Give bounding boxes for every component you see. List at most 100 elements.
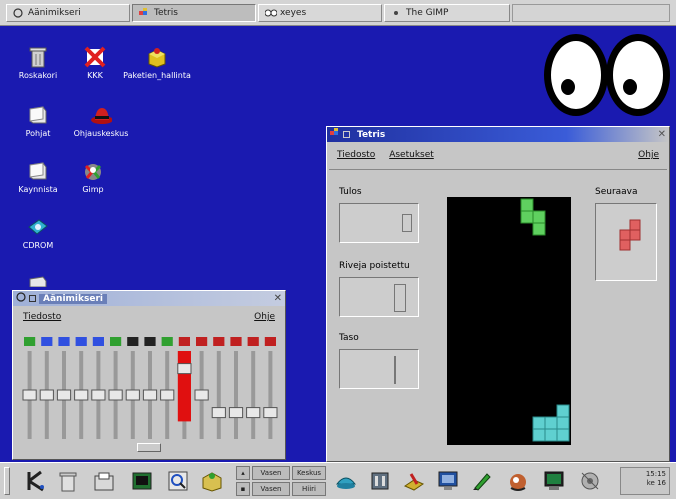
mixer-channel-icon[interactable]	[24, 337, 36, 346]
edit-icon[interactable]	[470, 469, 494, 493]
mixer-slider-knob[interactable]	[108, 389, 123, 401]
close-icon[interactable]: ✕	[274, 293, 282, 304]
pager-arrow-up[interactable]: ▴	[236, 466, 250, 480]
mixer-level-meter	[177, 351, 191, 422]
right-eye	[606, 34, 670, 116]
left-eye	[544, 34, 608, 116]
mixer-channel-icon[interactable]	[75, 337, 87, 346]
top-taskbar: Aänimikseri Tetris xeyes The GIMP	[0, 0, 676, 26]
level-display: 1	[339, 349, 419, 389]
mixer-slider-track	[268, 351, 273, 439]
mixer-slider-knob[interactable]	[194, 389, 209, 401]
mixer-slider-knob[interactable]	[246, 407, 261, 419]
score-value: 0	[402, 214, 412, 232]
window-menu-icon[interactable]	[29, 295, 36, 302]
mixer-slider-knob[interactable]	[56, 389, 72, 401]
desktop-icon-cdrom[interactable]: CDROM	[8, 216, 68, 250]
desktop-icon-packages[interactable]: Paketien_hallinta	[122, 46, 192, 80]
menu-settings[interactable]: Asetukset	[389, 150, 434, 160]
mixer-menubar: Tiedosto Ohje	[13, 306, 285, 325]
mixer-icon[interactable]	[368, 469, 392, 493]
mixer-slider-knob[interactable]	[177, 363, 192, 375]
network-icon[interactable]	[578, 469, 602, 493]
file-manager-icon[interactable]	[92, 469, 116, 493]
clock[interactable]: 15:15 ke 16	[620, 467, 670, 495]
package-icon[interactable]	[200, 469, 224, 493]
menu-game[interactable]: Tiedosto	[337, 150, 375, 160]
mixer-slider-knob[interactable]	[74, 389, 89, 401]
mixer-channel-icon[interactable]	[213, 337, 225, 346]
settings-icon[interactable]	[402, 469, 426, 493]
mixer-slider-knob[interactable]	[39, 389, 54, 401]
mixer-channel-icon[interactable]	[127, 337, 139, 346]
tetris-titlebar[interactable]: Tetris ✕	[327, 127, 669, 142]
task-item-xeyes[interactable]: xeyes	[258, 4, 382, 22]
mixer-channel-icon[interactable]	[196, 337, 208, 346]
task-item-tetris[interactable]: Tetris	[132, 4, 256, 22]
next-piece-display	[595, 203, 657, 281]
desktop-icon-startup[interactable]: Kaynnista	[8, 160, 68, 194]
trash-icon[interactable]	[56, 469, 80, 493]
pager-desktop-2[interactable]: Keskus	[292, 466, 326, 480]
mixer-slider-knob[interactable]	[22, 389, 37, 401]
desktop-icon-kkk[interactable]: KKK	[70, 46, 120, 80]
mixer-channel-icon[interactable]	[247, 337, 259, 346]
desktop-icon-control-center[interactable]: Ohjauskeskus	[66, 104, 136, 138]
hat-icon	[90, 104, 112, 126]
pager-lock[interactable]: ▪	[236, 482, 250, 496]
mixer-channel-icon[interactable]	[41, 337, 53, 346]
pager-desktop-4[interactable]: Hiiri	[292, 482, 326, 496]
gimp-icon[interactable]	[506, 469, 530, 493]
mixer-slider-knob[interactable]	[142, 389, 158, 401]
mixer-slider-knob[interactable]	[125, 389, 140, 401]
clock-date: ke 16	[646, 479, 666, 487]
close-icon[interactable]: ✕	[658, 129, 666, 140]
menu-help[interactable]: Ohje	[638, 150, 659, 160]
mixer-slider-knob[interactable]	[91, 389, 106, 401]
monitor-icon[interactable]	[542, 469, 566, 493]
search-icon[interactable]	[166, 469, 190, 493]
mixer-slider-knob[interactable]	[263, 407, 278, 419]
desktop-icon-trash[interactable]: Roskakori	[8, 46, 68, 80]
mixer-slider-knob[interactable]	[160, 389, 175, 401]
mixer-channel-icon[interactable]	[92, 337, 104, 346]
window-list-icon[interactable]	[436, 469, 460, 493]
panel-handle[interactable]	[4, 467, 10, 495]
level-label: Taso	[339, 333, 359, 343]
desktop-icon-gimp[interactable]: Gimp	[68, 160, 118, 194]
task-item-mixer[interactable]: Aänimikseri	[6, 4, 130, 22]
terminal-icon[interactable]	[130, 469, 154, 493]
desktop-icon-templates[interactable]: Pohjat	[8, 104, 68, 138]
mixer-channel-icon[interactable]	[161, 337, 173, 346]
tetris-board[interactable]	[447, 197, 571, 445]
xeyes-window	[544, 34, 670, 118]
mixer-titlebar[interactable]: Aänimikseri ✕	[13, 291, 285, 306]
menu-file[interactable]: Tiedosto	[23, 312, 61, 322]
pager-desktop-1[interactable]: Vasen	[252, 466, 290, 480]
mixer-slider-knob[interactable]	[228, 407, 244, 419]
task-item-gimp[interactable]: The GIMP	[384, 4, 510, 22]
tetris-menubar-divider	[329, 169, 667, 170]
menu-help[interactable]: Ohje	[254, 312, 275, 322]
mixer-channel-icon[interactable]	[110, 337, 122, 346]
left-pupil	[561, 79, 575, 95]
mixer-channel-icon[interactable]	[144, 337, 156, 346]
mixer-icon	[13, 8, 23, 18]
mixer-channel-icon[interactable]	[230, 337, 242, 346]
folder-icon	[27, 104, 49, 126]
pager-desktop-3[interactable]: Vasen	[252, 482, 290, 496]
desktop-icon-partial[interactable]	[8, 270, 68, 292]
shell-icon[interactable]	[334, 469, 358, 493]
mixer-channel-icon[interactable]	[58, 337, 70, 346]
mixer-slider-knob[interactable]	[211, 407, 226, 419]
tetris-menubar: Tiedosto Asetukset Ohje	[327, 142, 669, 163]
folder-icon	[27, 160, 49, 182]
mixer-channel-icon[interactable]	[264, 337, 276, 346]
next-piece	[619, 219, 641, 251]
window-menu-icon[interactable]	[343, 131, 350, 138]
desktop: Roskakori KKK Paketien_hallinta Pohjat O…	[0, 26, 676, 462]
mixer-channel-icon[interactable]	[178, 337, 190, 346]
k-menu-icon[interactable]	[24, 469, 48, 493]
mixer-channel-strip[interactable]	[21, 335, 279, 443]
mixer-record-buttons[interactable]	[137, 443, 161, 452]
